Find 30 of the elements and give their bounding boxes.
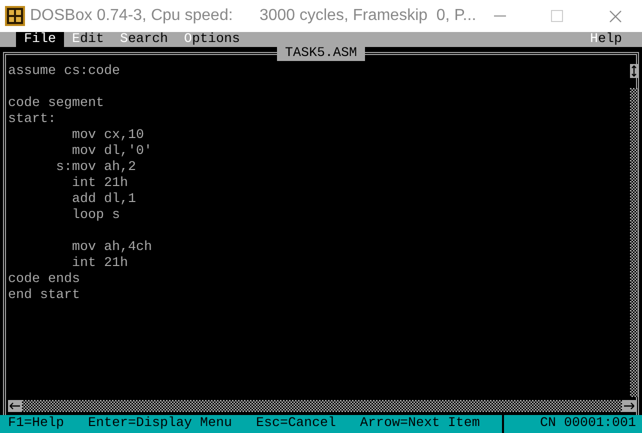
key-hint: Esc=Cancel [256, 415, 336, 433]
code-line: end start [8, 288, 81, 304]
code-line: int 21h [70, 176, 129, 192]
code-line: code ends [8, 272, 81, 288]
menu-item[interactable]: File [16, 32, 64, 47]
menu-item[interactable]: Search [112, 32, 176, 47]
code-line: start: [8, 112, 57, 128]
code-line: mov ah,4ch [70, 240, 152, 256]
scroll-right-icon[interactable] [622, 400, 636, 412]
code-line: add dl,1 [70, 192, 137, 208]
code-line: s:mov ah,2 [54, 160, 137, 176]
code-line: loop s [70, 208, 121, 224]
scroll-arrow-icon[interactable] [630, 64, 638, 78]
code-line: mov dl,'0' [70, 144, 152, 160]
menu-item[interactable]: Help [582, 32, 630, 47]
window-title: DOSBox 0.74-3, Cpu speed: 3000 cycles, Frameskip 0, P... [30, 6, 476, 26]
key-hint: F1=Help [8, 415, 64, 433]
close-icon[interactable] [609, 10, 622, 22]
menu-item[interactable]: Options [176, 32, 248, 47]
code-line: assume cs:code [8, 64, 121, 80]
scroll-left-icon[interactable] [8, 400, 22, 412]
file-title: TASK5.ASM [277, 47, 365, 61]
key-hint: Enter=Display Menu [88, 415, 232, 433]
cursor-position: CN 00001:001 [540, 415, 636, 433]
code-line: mov cx,10 [70, 128, 145, 144]
code-line: code segment [8, 96, 105, 112]
app-icon [5, 6, 25, 26]
code-line: int 21h [70, 256, 129, 272]
menu-item[interactable]: Edit [64, 32, 112, 47]
key-hint: Arrow=Next Item [360, 415, 480, 433]
